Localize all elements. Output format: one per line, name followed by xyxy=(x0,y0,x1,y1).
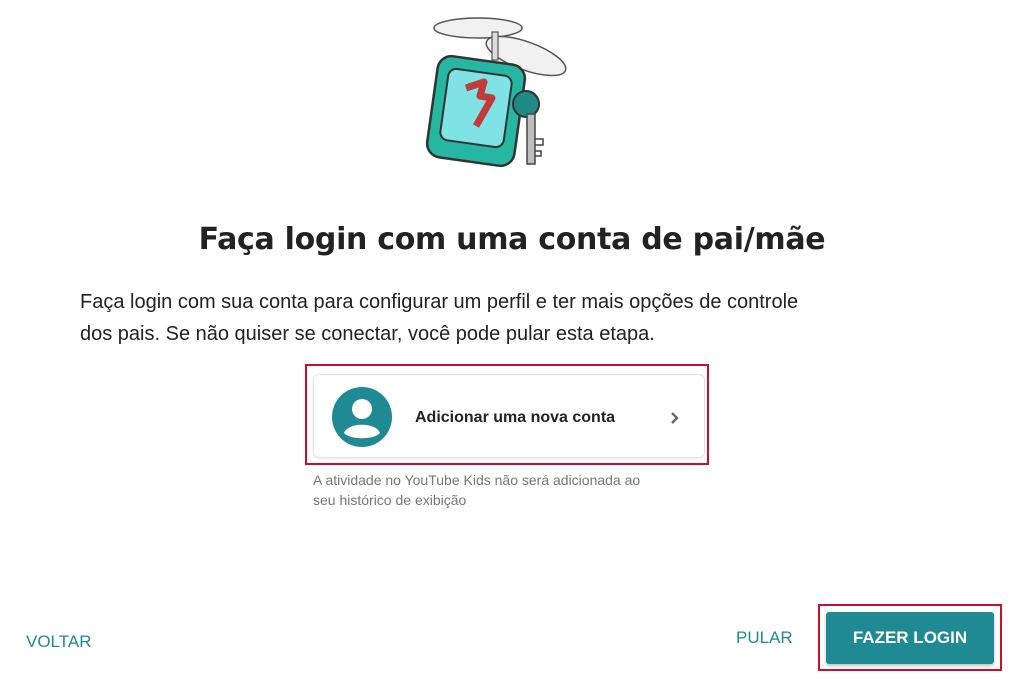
add-account-button[interactable]: Adicionar uma nova conta xyxy=(313,374,705,458)
add-account-label: Adicionar uma nova conta xyxy=(415,409,616,426)
history-note-line-1: A atividade no YouTube Kids não será adi… xyxy=(313,472,641,488)
login-button[interactable]: FAZER LOGIN xyxy=(826,612,994,664)
flying-key-illustration xyxy=(425,17,567,168)
history-note-line-2: seu histórico de exibição xyxy=(313,492,467,508)
skip-button[interactable]: PULAR xyxy=(736,628,793,648)
page-description: Faça login com sua conta para configurar… xyxy=(80,286,940,350)
account-circle-icon xyxy=(332,387,392,447)
description-line-2: dos pais. Se não quiser se conectar, voc… xyxy=(80,323,655,345)
history-note: A atividade no YouTube Kids não será adi… xyxy=(313,470,703,510)
back-button[interactable]: VOLTAR xyxy=(26,632,92,652)
chevron-right-icon xyxy=(671,412,679,424)
page-title: Faça login com uma conta de pai/mãe xyxy=(198,222,826,257)
description-line-1: Faça login com sua conta para configurar… xyxy=(80,291,799,313)
